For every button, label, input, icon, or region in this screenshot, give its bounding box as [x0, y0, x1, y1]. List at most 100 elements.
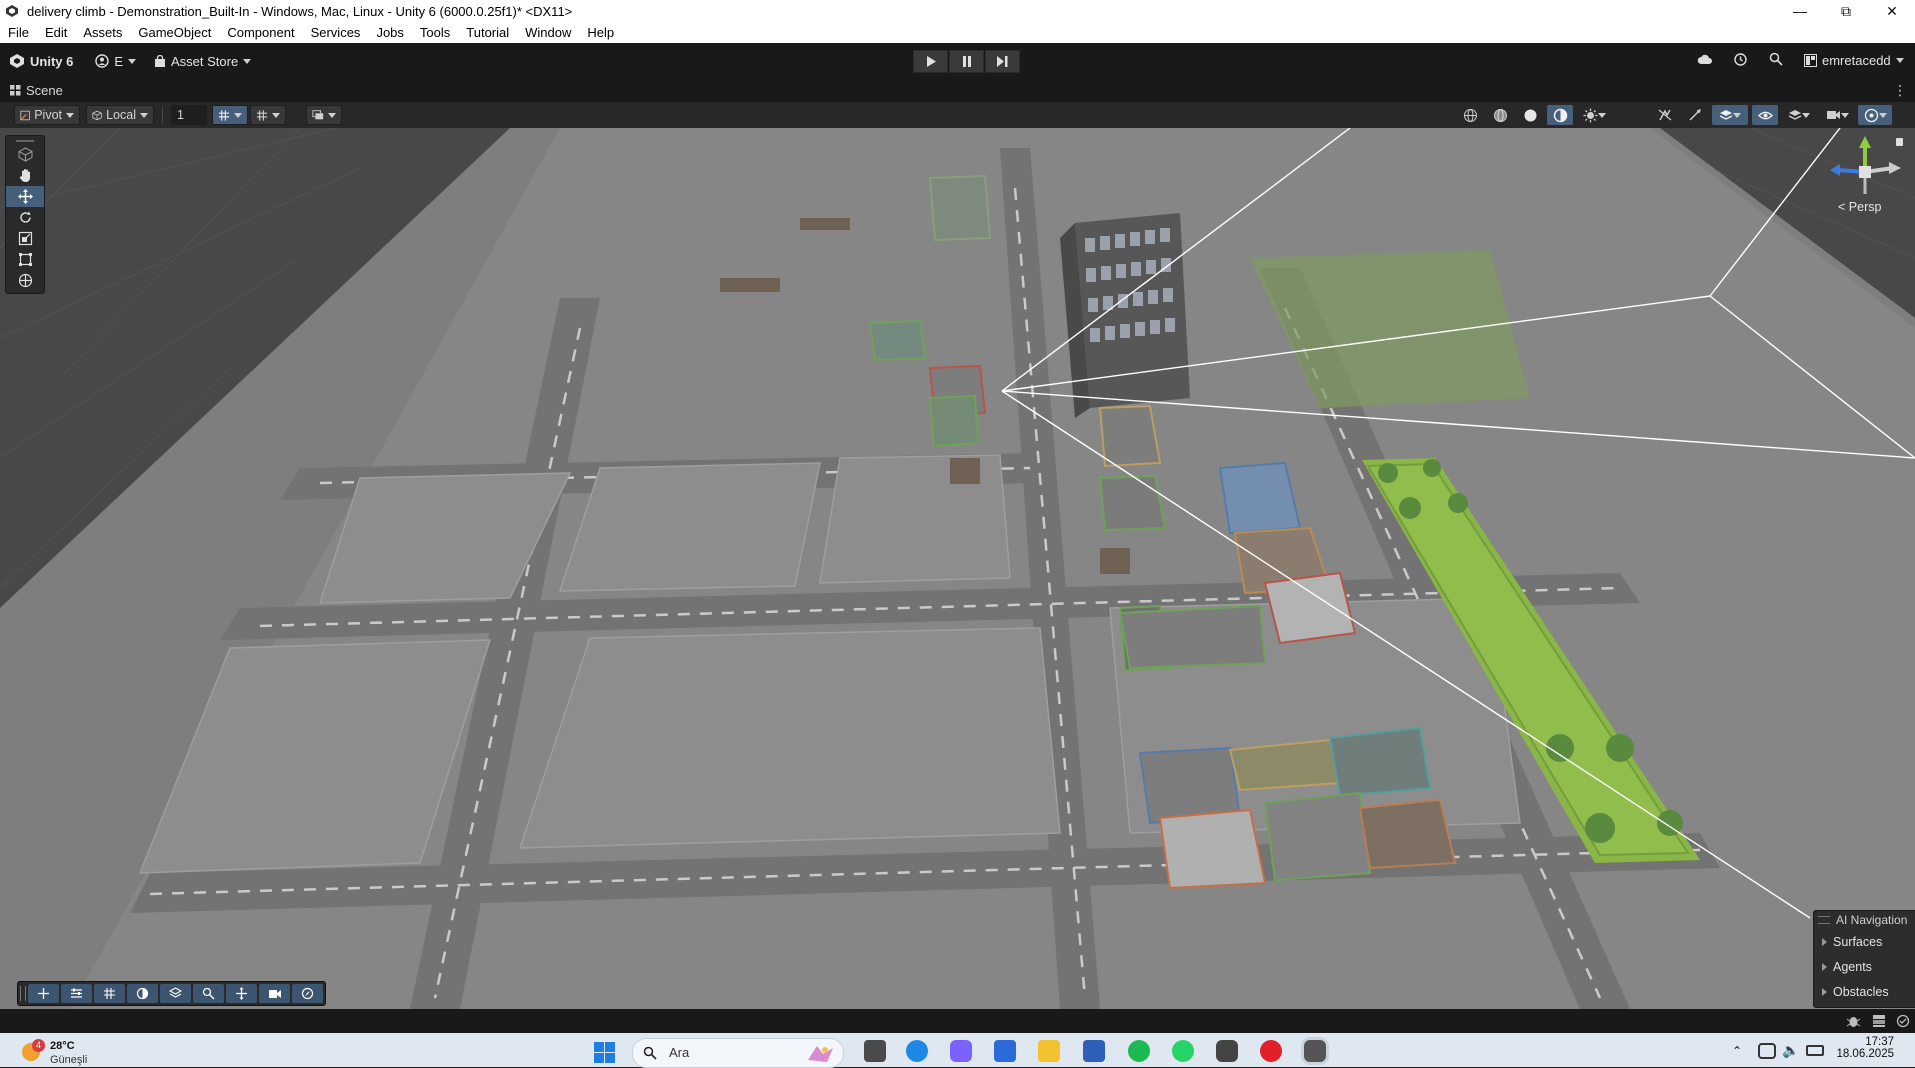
unity-hub-icon[interactable]: [1216, 1040, 1238, 1062]
undo-history-button[interactable]: [1733, 52, 1748, 67]
camera-tool-button[interactable]: [259, 984, 290, 1003]
menu-assets[interactable]: Assets: [75, 25, 130, 40]
menu-services[interactable]: Services: [303, 25, 369, 40]
debug-icon-button[interactable]: [1846, 1014, 1861, 1031]
step-button[interactable]: [985, 50, 1020, 73]
grid-tool-button[interactable]: [94, 984, 125, 1003]
move-tool-button[interactable]: [6, 186, 44, 207]
view-tool-button[interactable]: [6, 144, 44, 165]
snapping-tool-button[interactable]: [61, 984, 92, 1003]
calculator-icon[interactable]: [1083, 1040, 1105, 1062]
layers-dropdown[interactable]: [1782, 105, 1816, 125]
menu-tools[interactable]: Tools: [412, 25, 458, 40]
progress-status-button[interactable]: [1896, 1014, 1910, 1031]
unity-editor-icon[interactable]: [1304, 1040, 1326, 1062]
edge-browser-icon[interactable]: [906, 1040, 928, 1062]
layers-tool-button[interactable]: [160, 984, 191, 1003]
speaker-icon[interactable]: 🔈: [1782, 1042, 1799, 1059]
navigation-tool-button[interactable]: [28, 984, 59, 1003]
zoom-tool-button[interactable]: [193, 984, 224, 1003]
ai-nav-item-obstacles[interactable]: Obstacles: [1814, 979, 1915, 1004]
menu-window[interactable]: Window: [517, 25, 579, 40]
windows-taskbar: 4 28°C Güneşli Ara ⌃ 🔈 17:37 18.06.2025: [0, 1033, 1915, 1068]
pause-button[interactable]: [949, 50, 984, 73]
file-explorer-icon[interactable]: [1038, 1040, 1060, 1062]
show-hidden-icons-chevron-up-icon[interactable]: ⌃: [1732, 1044, 1742, 1058]
shaded-button[interactable]: [1517, 105, 1543, 125]
gizmos-dropdown[interactable]: [1858, 105, 1892, 125]
close-button[interactable]: ✕: [1869, 0, 1915, 22]
space-label: Local: [106, 108, 136, 122]
transform-tool-button[interactable]: [6, 270, 44, 291]
rotate-tool-button[interactable]: [6, 207, 44, 228]
debug-draw-dropdown[interactable]: [1577, 105, 1611, 125]
clock-widget[interactable]: 17:37 18.06.2025: [1834, 1036, 1894, 1060]
maximize-button[interactable]: ⧉: [1823, 0, 1869, 22]
battery-icon[interactable]: [1806, 1045, 1824, 1056]
2d-toggle-button[interactable]: [1652, 105, 1678, 125]
window-title: delivery climb - Demonstration_Built-In …: [27, 3, 573, 19]
weather-widget[interactable]: 4 28°C Güneşli: [18, 1039, 98, 1067]
unity-brand[interactable]: Unity 6: [9, 53, 73, 69]
orientation-gizmo[interactable]: < Persp: [1825, 132, 1915, 217]
menu-bar: File Edit Assets GameObject Component Se…: [0, 22, 1915, 44]
display-icon[interactable]: [1758, 1043, 1776, 1059]
taskbar-search-box[interactable]: Ara: [632, 1038, 844, 1068]
task-view-icon[interactable]: [864, 1040, 886, 1062]
unlit-button[interactable]: [1547, 105, 1573, 125]
menu-tutorial[interactable]: Tutorial: [458, 25, 517, 40]
orbit-tool-button[interactable]: [127, 984, 158, 1003]
scene-viewport[interactable]: < Persp: [0, 128, 1915, 1009]
grid-visibility-toggle[interactable]: [250, 105, 286, 125]
menu-jobs[interactable]: Jobs: [368, 25, 411, 40]
grid-snap-toggle[interactable]: [212, 105, 248, 125]
search-button[interactable]: [1769, 52, 1783, 66]
asset-store-label: Asset Store: [171, 53, 239, 69]
menu-help[interactable]: Help: [579, 25, 622, 40]
transform-all-icon: [18, 273, 32, 288]
scale-tool-button[interactable]: [6, 228, 44, 249]
ai-nav-item-surfaces[interactable]: Surfaces: [1814, 929, 1915, 954]
pivot-label: Pivot: [34, 108, 62, 122]
effects-dropdown[interactable]: [1712, 105, 1748, 125]
overlay-handle[interactable]: [20, 986, 26, 1001]
menu-file[interactable]: File: [0, 25, 37, 40]
projection-toggle[interactable]: < Persp: [1838, 200, 1881, 214]
layout-user-dropdown[interactable]: emretacedd: [1804, 53, 1904, 68]
microsoft-store-icon[interactable]: [994, 1040, 1016, 1062]
ai-nav-item-agents[interactable]: Agents: [1814, 954, 1915, 979]
menu-component[interactable]: Component: [219, 25, 302, 40]
cloud-button[interactable]: [1697, 53, 1713, 65]
cache-server-button[interactable]: [1872, 1014, 1886, 1031]
play-button[interactable]: [913, 50, 948, 73]
hand-tool-button[interactable]: [6, 165, 44, 186]
rotate-icon: [19, 211, 31, 223]
compass-tool-button[interactable]: [292, 984, 323, 1003]
scene-visibility-button[interactable]: [1752, 105, 1778, 125]
more-options-icon[interactable]: ⋮: [1893, 83, 1907, 97]
pivot-dropdown[interactable]: Pivot: [14, 105, 80, 125]
camera-settings-dropdown[interactable]: [1820, 105, 1854, 125]
menu-gameobject[interactable]: GameObject: [130, 25, 219, 40]
account-dropdown[interactable]: E: [95, 54, 137, 69]
start-button[interactable]: [594, 1042, 616, 1067]
spotify-icon[interactable]: [1128, 1040, 1150, 1062]
copilot-icon[interactable]: [950, 1040, 972, 1062]
tab-scene[interactable]: Scene: [10, 83, 63, 98]
minimize-button[interactable]: —: [1777, 0, 1823, 22]
menu-edit[interactable]: Edit: [37, 25, 75, 40]
whatsapp-icon[interactable]: [1172, 1040, 1194, 1062]
opera-gx-icon[interactable]: [1260, 1040, 1282, 1062]
audio-toggle-button[interactable]: [1682, 105, 1708, 125]
render-mode-dropdown[interactable]: [306, 105, 342, 125]
wireframe-draw-button[interactable]: [1457, 105, 1483, 125]
overlay-handle[interactable]: [1818, 916, 1830, 924]
ai-navigation-header[interactable]: AI Navigation: [1814, 911, 1915, 929]
search-icon: [202, 987, 215, 1000]
space-dropdown[interactable]: Local: [86, 105, 154, 125]
shaded-wireframe-button[interactable]: [1487, 105, 1513, 125]
pan-tool-button[interactable]: [226, 984, 257, 1003]
asset-store-dropdown[interactable]: Asset Store: [154, 53, 252, 69]
grid-size-input[interactable]: 1: [171, 105, 207, 125]
rect-tool-button[interactable]: [6, 249, 44, 270]
